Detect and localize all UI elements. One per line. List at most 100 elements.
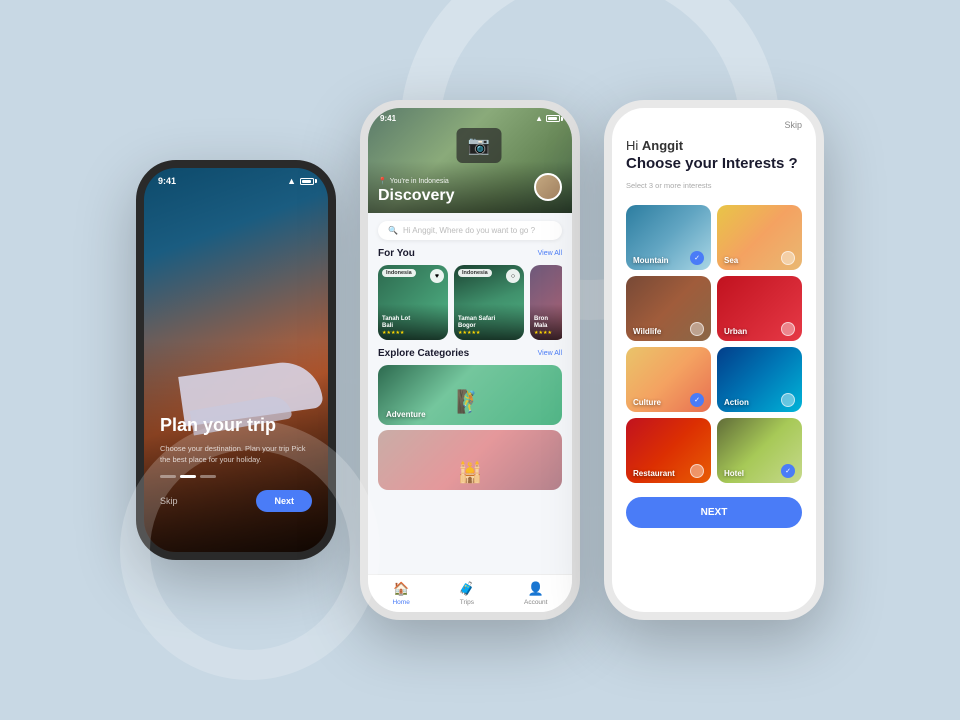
interest-hotel[interactable]: Hotel ✓	[717, 418, 802, 483]
interests-next-button[interactable]: NEXT	[626, 497, 802, 528]
status-time-2: 9:41	[380, 114, 396, 123]
culture-label: Culture	[633, 398, 661, 407]
nav-bar: 🏠 Home 🧳 Trips 👤 Account	[368, 574, 572, 612]
phone-interests: Skip Hi Anggit Choose your Interests ? S…	[604, 100, 824, 620]
sea-label: Sea	[724, 256, 738, 265]
card-info-1: Tanah LotBali ★★★★★	[378, 304, 448, 340]
card-tag-2: Indonesia	[458, 269, 492, 277]
action-check	[781, 393, 795, 407]
nav-home[interactable]: 🏠 Home	[392, 581, 409, 606]
user-name: Anggit	[642, 138, 683, 153]
interest-sea[interactable]: Sea	[717, 205, 802, 270]
explore-header: Explore Categories View All	[378, 348, 562, 359]
phone-onboarding: 9:41 ▲ Plan your trip Choose your destin…	[136, 160, 336, 560]
hotel-check: ✓	[781, 464, 795, 478]
for-you-header: For You View All	[378, 248, 562, 259]
location-row: 📍 You're in Indonesia	[378, 177, 455, 185]
hotel-label: Hotel	[724, 469, 744, 478]
bottom-actions: Skip Next	[160, 490, 312, 512]
restaurant-label: Restaurant	[633, 469, 675, 478]
greeting-hi: Hi Anggit	[626, 138, 802, 153]
card-name-2: Taman SafariBogor	[458, 316, 520, 330]
card-info-2: Taman SafariBogor ★★★★★	[454, 304, 524, 340]
phone-discovery: 9:41 ▲ 📷 📍 You're in Indonesia Discovery…	[360, 100, 580, 620]
for-you-cards: Indonesia ♥ Tanah LotBali ★★★★★ Indonesi…	[378, 265, 562, 340]
next-button[interactable]: Next	[256, 490, 312, 512]
card-stars-1: ★★★★★	[382, 330, 444, 336]
card-info-3: BronMala ★★★★	[530, 304, 562, 340]
interest-restaurant[interactable]: Restaurant	[626, 418, 711, 483]
interest-culture[interactable]: Culture ✓	[626, 347, 711, 412]
sea-check	[781, 251, 795, 265]
skip-link[interactable]: Skip	[784, 120, 802, 130]
interest-mountain[interactable]: Mountain ✓	[626, 205, 711, 270]
camera-icon: 📷	[457, 128, 502, 163]
wifi-icon: ▲	[287, 176, 296, 186]
discovery-header-image: 9:41 ▲ 📷 📍 You're in Indonesia Discovery	[368, 108, 572, 213]
mountain-label: Mountain	[633, 256, 669, 265]
wildlife-label: Wildlife	[633, 327, 661, 336]
search-icon: 🔍	[388, 226, 398, 235]
next-area: NEXT	[612, 489, 816, 536]
explore-view-all[interactable]: View All	[538, 350, 562, 357]
nav-home-label: Home	[392, 599, 409, 606]
nav-trips[interactable]: 🧳 Trips	[459, 581, 475, 606]
search-placeholder: Hi Anggit, Where do you want to go ?	[403, 226, 535, 235]
status-bar-1: 9:41 ▲	[144, 168, 328, 190]
card-name-1: Tanah LotBali	[382, 316, 444, 330]
card-fav-2[interactable]: ○	[506, 269, 520, 283]
explore-bg-2: 🕌	[378, 430, 562, 490]
search-bar[interactable]: 🔍 Hi Anggit, Where do you want to go ?	[378, 221, 562, 240]
interests-header: Skip	[612, 108, 816, 138]
interests-grid: Mountain ✓ Sea Wildlife Urban Culture ✓	[612, 199, 816, 489]
for-you-view-all[interactable]: View All	[538, 250, 562, 257]
mountain-check: ✓	[690, 251, 704, 265]
wildlife-check	[690, 322, 704, 336]
battery-icon-1	[300, 178, 314, 185]
location-text: You're in Indonesia	[390, 178, 449, 185]
urban-label: Urban	[724, 327, 747, 336]
discovery-body: 🔍 Hi Anggit, Where do you want to go ? F…	[368, 213, 572, 503]
destination-card-2[interactable]: Indonesia ○ Taman SafariBogor ★★★★★	[454, 265, 524, 340]
battery-icon-2	[546, 115, 560, 122]
status-time-1: 9:41	[158, 176, 176, 186]
onboarding-content: Plan your trip Choose your destination. …	[160, 415, 312, 512]
destination-card-1[interactable]: Indonesia ♥ Tanah LotBali ★★★★★	[378, 265, 448, 340]
location-pin-icon: 📍	[378, 177, 387, 185]
explore-card-heritage[interactable]: 🕌	[378, 430, 562, 490]
onboarding-subtitle: Choose your destination. Plan your trip …	[160, 443, 312, 466]
greeting-question: Choose your Interests ?	[626, 155, 802, 172]
destination-card-3[interactable]: BronMala ★★★★	[530, 265, 562, 340]
card-fav-1[interactable]: ♥	[430, 269, 444, 283]
trips-icon: 🧳	[459, 581, 475, 597]
for-you-title: For You	[378, 248, 415, 259]
interest-wildlife[interactable]: Wildlife	[626, 276, 711, 341]
status-bar-2: 9:41 ▲	[368, 108, 572, 125]
explore-label-adventure: Adventure	[386, 410, 426, 419]
nav-account-label: Account	[524, 599, 548, 606]
skip-button[interactable]: Skip	[160, 496, 178, 506]
interest-urban[interactable]: Urban	[717, 276, 802, 341]
explore-title: Explore Categories	[378, 348, 469, 359]
card-stars-3: ★★★★	[534, 330, 562, 336]
home-icon: 🏠	[393, 581, 409, 597]
nav-trips-label: Trips	[460, 599, 474, 606]
dot-2	[180, 475, 196, 478]
onboarding-title: Plan your trip	[160, 415, 312, 437]
wifi-icon-2: ▲	[535, 114, 543, 123]
urban-check	[781, 322, 795, 336]
account-icon: 👤	[528, 581, 544, 597]
card-tag-1: Indonesia	[382, 269, 416, 277]
action-label: Action	[724, 398, 749, 407]
dot-3	[200, 475, 216, 478]
header-info: 📍 You're in Indonesia Discovery	[378, 177, 455, 205]
card-name-3: BronMala	[534, 316, 562, 330]
restaurant-check	[690, 464, 704, 478]
explore-card-adventure[interactable]: 🧗 Adventure	[378, 365, 562, 425]
nav-account[interactable]: 👤 Account	[524, 581, 548, 606]
culture-check: ✓	[690, 393, 704, 407]
discovery-heading: Discovery	[378, 187, 455, 205]
dot-1	[160, 475, 176, 478]
interest-action[interactable]: Action	[717, 347, 802, 412]
interests-subtitle: Select 3 or more interests	[626, 181, 711, 190]
